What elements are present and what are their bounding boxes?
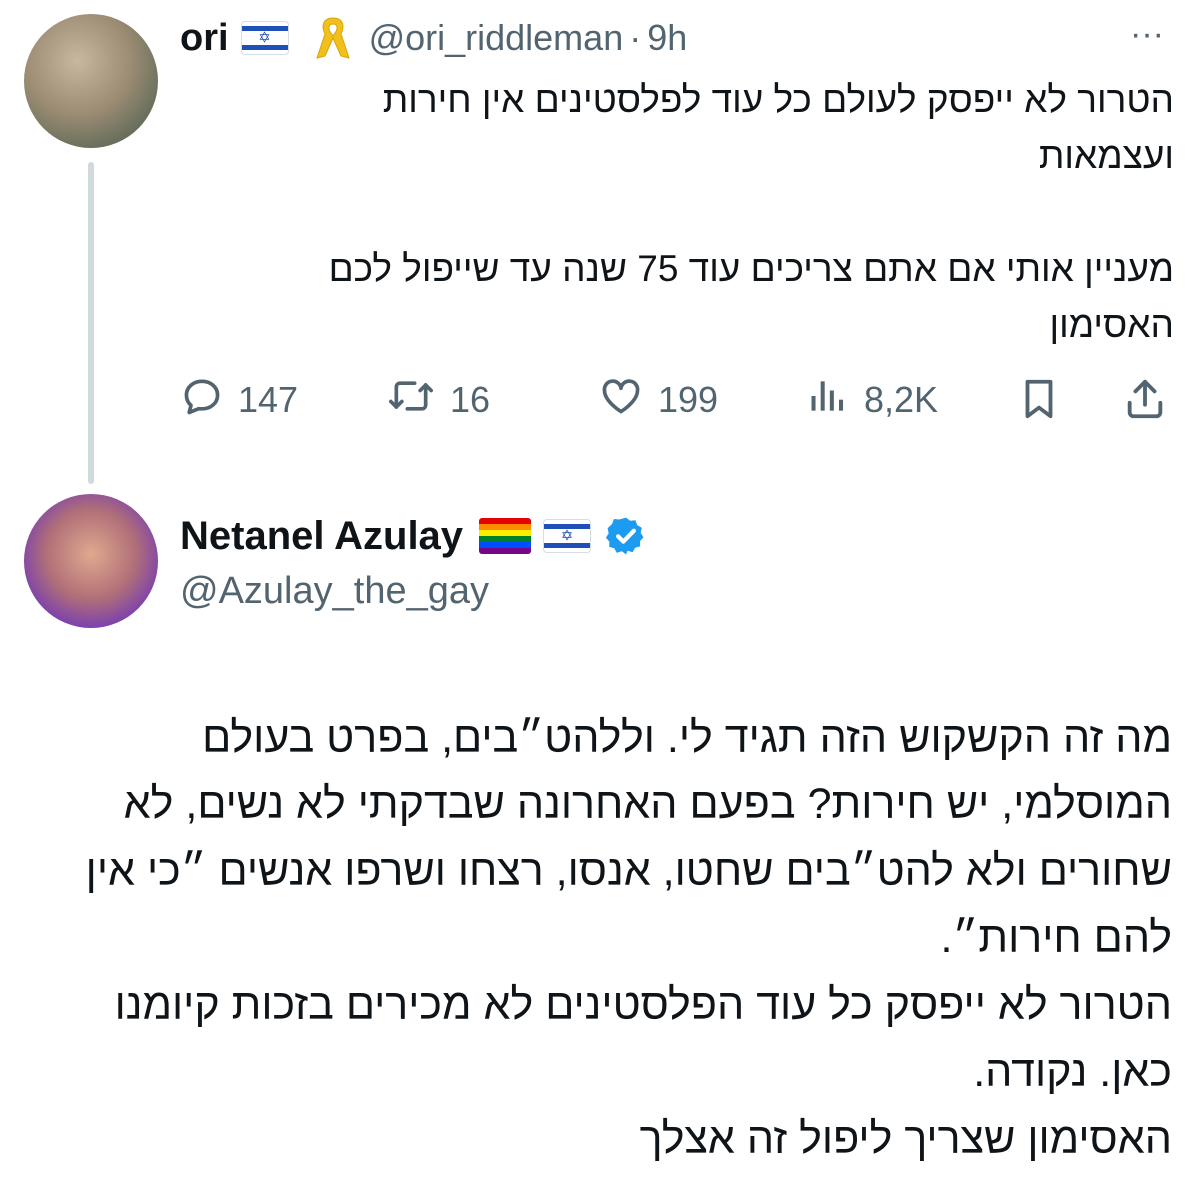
reply-icon <box>180 374 224 427</box>
views-count: 8,2K <box>864 379 939 420</box>
tweet2-text-line-6: כאן. נקודה. <box>973 1048 1172 1096</box>
share-button[interactable] <box>1122 376 1170 424</box>
tweet1-header: ori ✡ @ori_riddleman · 9h <box>180 14 687 62</box>
tweet1-text-line-4: האסימון <box>1049 304 1174 345</box>
views-icon <box>806 374 850 427</box>
tweet1-text-line-2: ועצמאות <box>1038 135 1174 176</box>
tweet1-dot: · <box>629 17 642 58</box>
tweet1-author-name[interactable]: ori <box>180 17 229 60</box>
rainbow-flag-icon <box>479 518 532 554</box>
israel-flag-icon: ✡ <box>240 21 289 55</box>
tweet2-text-line-3: שחורים ולא להט״בים שחטו, אנסו, רצחו ושרפ… <box>85 847 1172 895</box>
tweet2-handle[interactable]: @Azulay_the_gay <box>180 568 489 614</box>
thread-line <box>88 162 94 484</box>
retweet-icon <box>386 374 436 427</box>
tweet2-text-line-4: להם חירות״. <box>940 914 1172 962</box>
tweet1-time[interactable]: 9h <box>647 17 687 59</box>
tweet1-handle[interactable]: @ori_riddleman <box>369 17 624 59</box>
reply-button[interactable]: 147 <box>180 376 298 424</box>
reply-count: 147 <box>238 379 299 420</box>
verified-badge-icon <box>605 515 647 557</box>
bookmark-button[interactable] <box>1016 376 1064 424</box>
share-icon <box>1122 376 1168 427</box>
like-button[interactable]: 199 <box>598 376 718 424</box>
like-count: 199 <box>658 379 719 420</box>
heart-icon <box>598 374 644 427</box>
tweet2-text-line-7: האסימון שצריך ליפול זה אצלך <box>639 1115 1172 1163</box>
tweet2-header: Netanel Azulay ✡ <box>180 510 647 562</box>
tweet1-text-line-1: הטרור לא ייפסק לעולם כל עוד לפלסטינים אי… <box>382 79 1174 120</box>
tweet1-text-line-3: מעניין אותי אם אתם צריכים עוד 75 שנה עד … <box>328 248 1174 289</box>
more-options-icon[interactable]: ··· <box>1120 14 1174 54</box>
retweet-count: 16 <box>450 379 491 420</box>
israel-flag-icon: ✡ <box>543 519 592 553</box>
views-button[interactable]: 8,2K <box>806 376 938 424</box>
tweet2-author-name[interactable]: Netanel Azulay <box>180 514 463 559</box>
tweet2-text-line-2: המוסלמי, יש חירות? בפעם האחרונה שבדקתי ל… <box>123 780 1172 828</box>
bookmark-icon <box>1016 376 1062 427</box>
retweet-button[interactable]: 16 <box>386 376 490 424</box>
ori-avatar[interactable] <box>24 14 158 148</box>
tweet2-text-line-5: הטרור לא ייפסק כל עוד הפלסטינים לא מכירי… <box>114 981 1172 1029</box>
netanel-avatar[interactable] <box>24 494 158 628</box>
yellow-ribbon-icon <box>313 14 353 62</box>
tweet2-text-line-1: מה זה הקשקוש הזה תגיד לי. וללהט״בים, בפר… <box>202 714 1172 762</box>
